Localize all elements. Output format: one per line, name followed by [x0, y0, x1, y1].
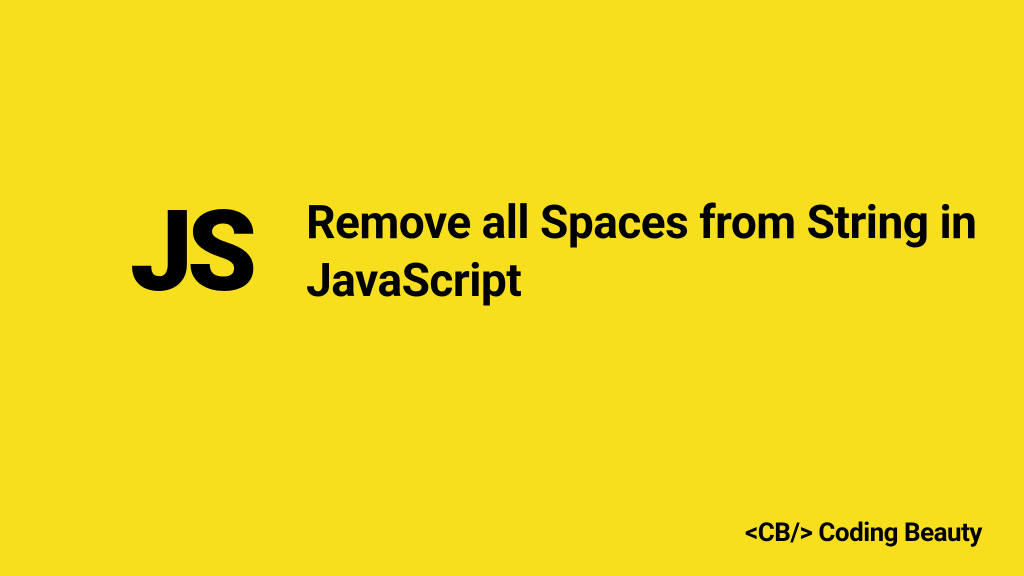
main-content-row: JS Remove all Spaces from String in Java…: [130, 195, 1024, 310]
brand-signature: <CB/> Coding Beauty: [745, 518, 982, 548]
article-title: Remove all Spaces from String in JavaScr…: [306, 195, 1024, 310]
js-logo: JS: [130, 197, 251, 309]
